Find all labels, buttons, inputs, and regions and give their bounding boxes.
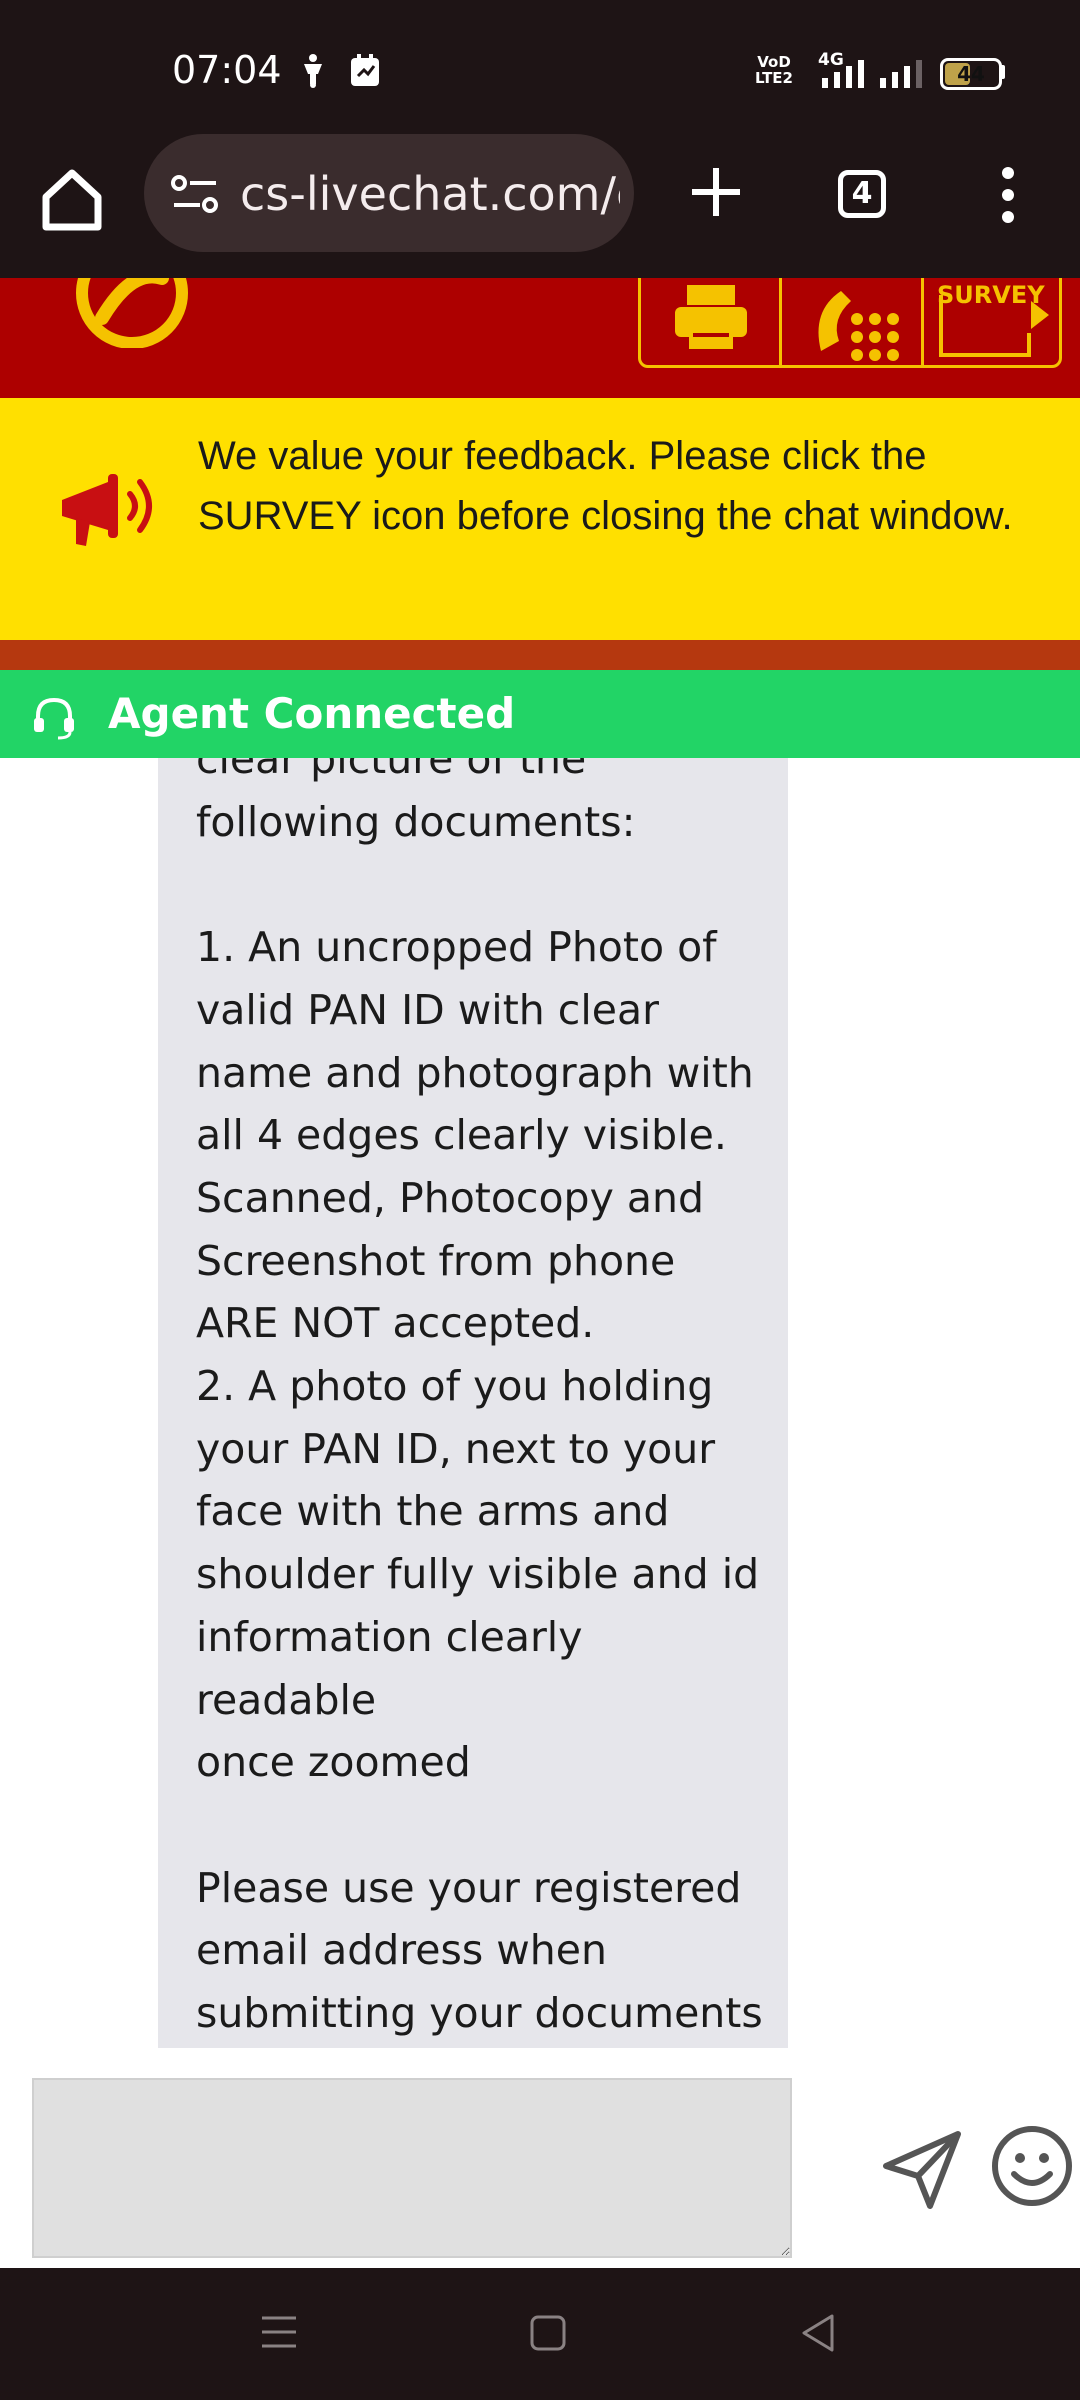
recents-icon[interactable] (258, 2312, 300, 2352)
megaphone-icon (62, 474, 152, 546)
survey-button[interactable]: SURVEY (925, 278, 1059, 365)
battery-tip (1000, 65, 1005, 79)
signal-strength-icon-1 (822, 60, 864, 88)
agent-message-bubble: clear picture of the following documents… (158, 758, 788, 2048)
address-bar[interactable]: cs-livechat.com/c (144, 134, 634, 252)
volte-indicator: VoD LTE2 (755, 53, 793, 87)
survey-label: SURVEY (937, 281, 1045, 309)
home-icon[interactable] (36, 163, 108, 235)
browser-toolbar: cs-livechat.com/c 4 (0, 130, 1080, 278)
home-square-icon[interactable] (528, 2314, 568, 2352)
emoji-icon[interactable] (990, 2124, 1074, 2208)
header-divider (779, 278, 782, 365)
chat-transcript[interactable]: clear picture of the following documents… (0, 758, 1080, 2048)
calendar-notification-icon (351, 54, 379, 86)
header-action-group: SURVEY (638, 278, 1062, 368)
phone-keypad-icon[interactable] (791, 278, 915, 365)
tabs-icon[interactable]: 4 (838, 170, 886, 218)
plus-icon[interactable] (684, 160, 748, 224)
feedback-banner: We value your feedback. Please click the… (0, 398, 1080, 640)
battery-percent: 44 (957, 62, 985, 86)
message-composer (0, 2048, 1080, 2268)
feedback-message: We value your feedback. Please click the… (198, 434, 1013, 538)
agent-status-text: Agent Connected (108, 689, 516, 738)
back-triangle-icon[interactable] (798, 2312, 838, 2354)
banner-border (0, 640, 1080, 670)
site-header: SURVEY (0, 278, 1080, 398)
signal-strength-icon-2 (880, 60, 922, 88)
brand-logo (76, 278, 188, 348)
send-icon[interactable] (880, 2128, 964, 2212)
message-input[interactable] (32, 2078, 792, 2258)
system-nav-bar (0, 2268, 1080, 2400)
site-info-icon[interactable] (170, 172, 220, 216)
agent-status-bar: Agent Connected (0, 670, 1080, 758)
url-text[interactable]: cs-livechat.com/c (240, 164, 620, 224)
battery-indicator: 44 (940, 58, 1002, 90)
headset-icon (34, 697, 74, 740)
more-vert-icon[interactable] (990, 165, 1026, 225)
agent-message-text: clear picture of the following documents… (196, 758, 763, 2038)
status-bar: 07:04 VoD LTE2 4G 44 (0, 0, 1080, 130)
status-time: 07:04 (172, 48, 282, 92)
scooter-notification-icon (304, 54, 322, 88)
printer-icon[interactable] (661, 278, 761, 365)
header-divider (921, 278, 924, 365)
